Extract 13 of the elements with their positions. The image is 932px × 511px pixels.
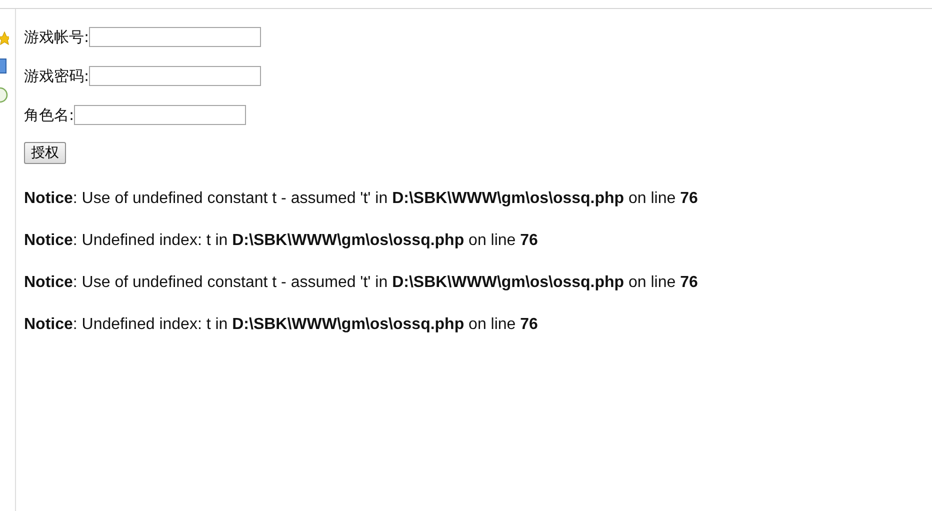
star-icon[interactable] [0, 31, 9, 45]
submit-button[interactable]: 授权 [24, 142, 66, 164]
input-field[interactable] [89, 66, 262, 86]
field-label: 角色名: [24, 106, 74, 124]
notice-message: Notice: Undefined index: t in D:\SBK\WWW\gm\os\ossq.php on line 76 [24, 231, 539, 251]
notice-message: Notice: Use of undefined constant t - assumed 't' in D:\SBK\WWW\gm\os\ossq.php on line 76 [24, 273, 698, 293]
input-field[interactable] [74, 105, 246, 125]
window-icon[interactable] [0, 58, 7, 74]
field-label: 游戏帐号: [24, 28, 90, 46]
notice-message: Notice: Undefined index: t in D:\SBK\WWW\gm\os\ossq.php on line 76 [24, 315, 539, 335]
field-label: 游戏密码: [24, 66, 90, 86]
input-field[interactable] [89, 27, 262, 47]
notice-message: Notice: Use of undefined constant t - assumed 't' in D:\SBK\WWW\gm\os\ossq.php on line 76 [24, 189, 698, 209]
